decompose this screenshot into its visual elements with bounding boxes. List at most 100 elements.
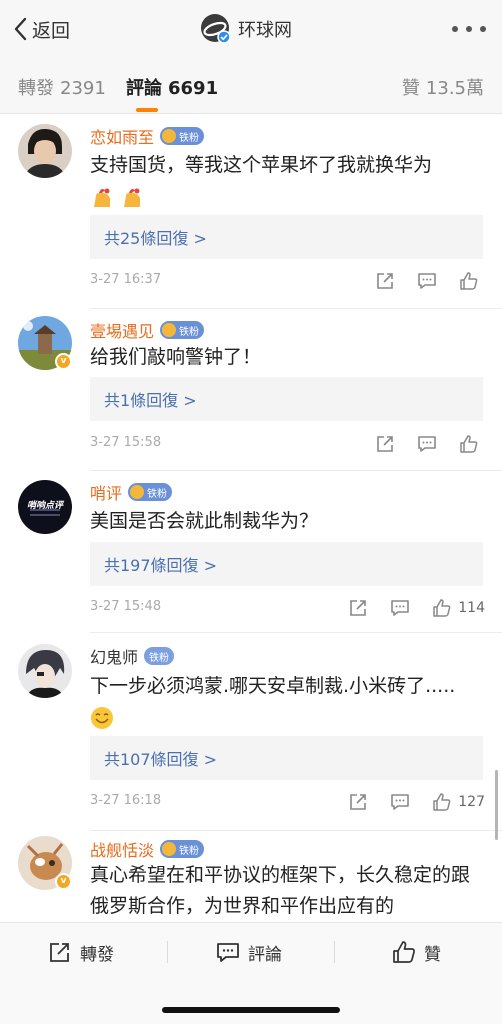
tab-label: 贊 xyxy=(401,78,420,99)
share-icon xyxy=(350,600,367,616)
fan-badge-icon xyxy=(162,323,177,337)
share-icon xyxy=(377,273,393,289)
more-options-icon[interactable] xyxy=(452,18,486,40)
share-icon xyxy=(350,794,367,810)
comment-username[interactable]: 幻鬼师 xyxy=(90,644,138,668)
back-button[interactable]: 返回 xyxy=(12,14,70,44)
comment-username[interactable]: 壹埸遇见 xyxy=(90,318,154,342)
back-label: 返回 xyxy=(32,19,71,42)
comment-username[interactable]: 战舰恬淡 xyxy=(90,837,154,861)
divider xyxy=(90,830,502,831)
tab-count: 13.5萬 xyxy=(425,78,484,99)
cheer-icon xyxy=(94,188,110,207)
comment-actions: 114 xyxy=(326,597,485,619)
comment-meta: 3-27 16:37 xyxy=(90,270,485,292)
like-label: 贊 xyxy=(424,944,441,965)
share-icon xyxy=(377,436,393,452)
like-button[interactable]: 贊 xyxy=(392,939,441,965)
thumbs-up-icon xyxy=(460,435,478,453)
bottom-action-bar: 轉發 評論 贊 xyxy=(0,922,502,980)
share-button[interactable] xyxy=(348,792,368,812)
comment-username[interactable]: 哨评 xyxy=(90,480,122,504)
like-button[interactable]: 127 xyxy=(432,792,485,812)
thumbs-up-icon xyxy=(433,793,451,811)
tab-likes[interactable]: 贊 13.5萬 xyxy=(402,74,484,100)
fan-badge-label: 铁粉 xyxy=(179,132,200,144)
reply-button[interactable] xyxy=(390,792,410,812)
page-title: 环球网 xyxy=(238,20,292,41)
comment-list[interactable]: 恋如雨至 铁粉 支持国货，等我这个苹果坏了我就换华为 共25條回復 > 3-27… xyxy=(0,114,502,922)
fan-badge-icon xyxy=(162,129,177,143)
brand-logo-icon xyxy=(200,13,232,45)
replies-link[interactable]: 共1條回復 > xyxy=(90,377,483,421)
comment-header: 幻鬼师 铁粉 xyxy=(90,644,175,668)
thumbs-up-icon xyxy=(433,599,451,617)
thumbs-up-icon xyxy=(460,272,478,290)
like-count: 114 xyxy=(458,600,485,616)
repost-button[interactable]: 轉發 xyxy=(48,939,114,965)
comment-time: 3-27 15:48 xyxy=(90,599,162,614)
fan-badge-icon xyxy=(162,842,177,856)
like-button[interactable] xyxy=(459,271,485,291)
tab-count: 2391 xyxy=(60,78,106,99)
comment-icon xyxy=(418,273,436,289)
comment-meta: 3-27 16:18 127 xyxy=(90,791,485,813)
replies-link[interactable]: 共25條回復 > xyxy=(90,215,483,259)
comment-button[interactable]: 評論 xyxy=(216,939,282,965)
fan-badge-label: 铁粉 xyxy=(179,845,200,857)
tab-reposts[interactable]: 轉發 2391 xyxy=(18,74,106,100)
home-indicator-area xyxy=(0,980,502,1024)
comment-username[interactable]: 恋如雨至 xyxy=(90,124,154,148)
repost-icon xyxy=(50,943,69,962)
fan-badge: 铁粉 xyxy=(160,321,205,339)
fan-badge: 铁粉 xyxy=(144,647,175,665)
tab-bar: 轉發 2391 評論 6691 贊 13.5萬 xyxy=(0,58,502,114)
share-button[interactable] xyxy=(348,598,368,618)
comment-text-body: 支持国货，等我这个苹果坏了我就换华为 xyxy=(90,154,433,176)
comment-icon xyxy=(391,600,410,616)
tab-count: 6691 xyxy=(168,78,219,99)
comment-header: 壹埸遇见 铁粉 xyxy=(90,318,205,342)
fan-badge: 铁粉 xyxy=(160,127,205,145)
active-tab-indicator xyxy=(136,108,158,112)
comment-text-body: 下一步必须鸿蒙.哪天安卓制裁.小米砖了..... xyxy=(90,675,456,697)
avatar-label: 哨响点评 xyxy=(26,501,63,511)
like-button[interactable]: 114 xyxy=(432,598,485,618)
share-button[interactable] xyxy=(375,434,395,454)
reply-button[interactable] xyxy=(417,434,437,454)
replies-link[interactable]: 共197條回復 > xyxy=(90,542,483,586)
like-count: 127 xyxy=(458,794,485,810)
comment-header: 恋如雨至 铁粉 xyxy=(90,124,205,148)
tab-comments[interactable]: 評論 6691 xyxy=(126,74,218,100)
scrollbar[interactable] xyxy=(495,770,498,840)
verified-badge-icon: v xyxy=(55,873,72,890)
repost-label: 轉發 xyxy=(80,944,114,965)
reply-button[interactable] xyxy=(417,271,437,291)
tab-label: 轉發 xyxy=(18,78,54,99)
divider xyxy=(334,941,335,963)
top-navbar: 返回 环球网 xyxy=(0,0,502,58)
comment-meta: 3-27 15:48 114 xyxy=(90,597,485,619)
divider xyxy=(167,941,168,963)
comment-actions xyxy=(353,270,485,292)
fan-badge: 铁粉 xyxy=(128,483,173,501)
fan-badge-label: 铁粉 xyxy=(179,326,200,338)
cheer-icon xyxy=(124,188,140,207)
comment-header: 哨评 铁粉 xyxy=(90,480,173,504)
chevron-left-icon xyxy=(14,17,27,41)
like-button[interactable] xyxy=(459,434,485,454)
comment-text: 给我们敲响警钟了！ xyxy=(90,346,262,368)
avatar[interactable]: 哨响点评 xyxy=(18,480,72,534)
home-indicator[interactable] xyxy=(162,1007,340,1013)
avatar[interactable] xyxy=(18,644,72,698)
replies-link[interactable]: 共107條回復 > xyxy=(90,736,483,780)
avatar[interactable] xyxy=(18,124,72,178)
divider xyxy=(90,308,502,309)
comment-text: 真心希望在和平协议的框架下，长久稳定的跟俄罗斯合作，为世界和平作出应有的 xyxy=(90,864,471,917)
comment-time: 3-27 16:37 xyxy=(90,272,162,287)
comment-meta: 3-27 15:58 xyxy=(90,433,485,455)
reply-button[interactable] xyxy=(390,598,410,618)
comment-text: 支持国货，等我这个苹果坏了我就换华为 xyxy=(90,150,485,212)
share-button[interactable] xyxy=(375,271,395,291)
comment-actions: 127 xyxy=(326,791,485,813)
